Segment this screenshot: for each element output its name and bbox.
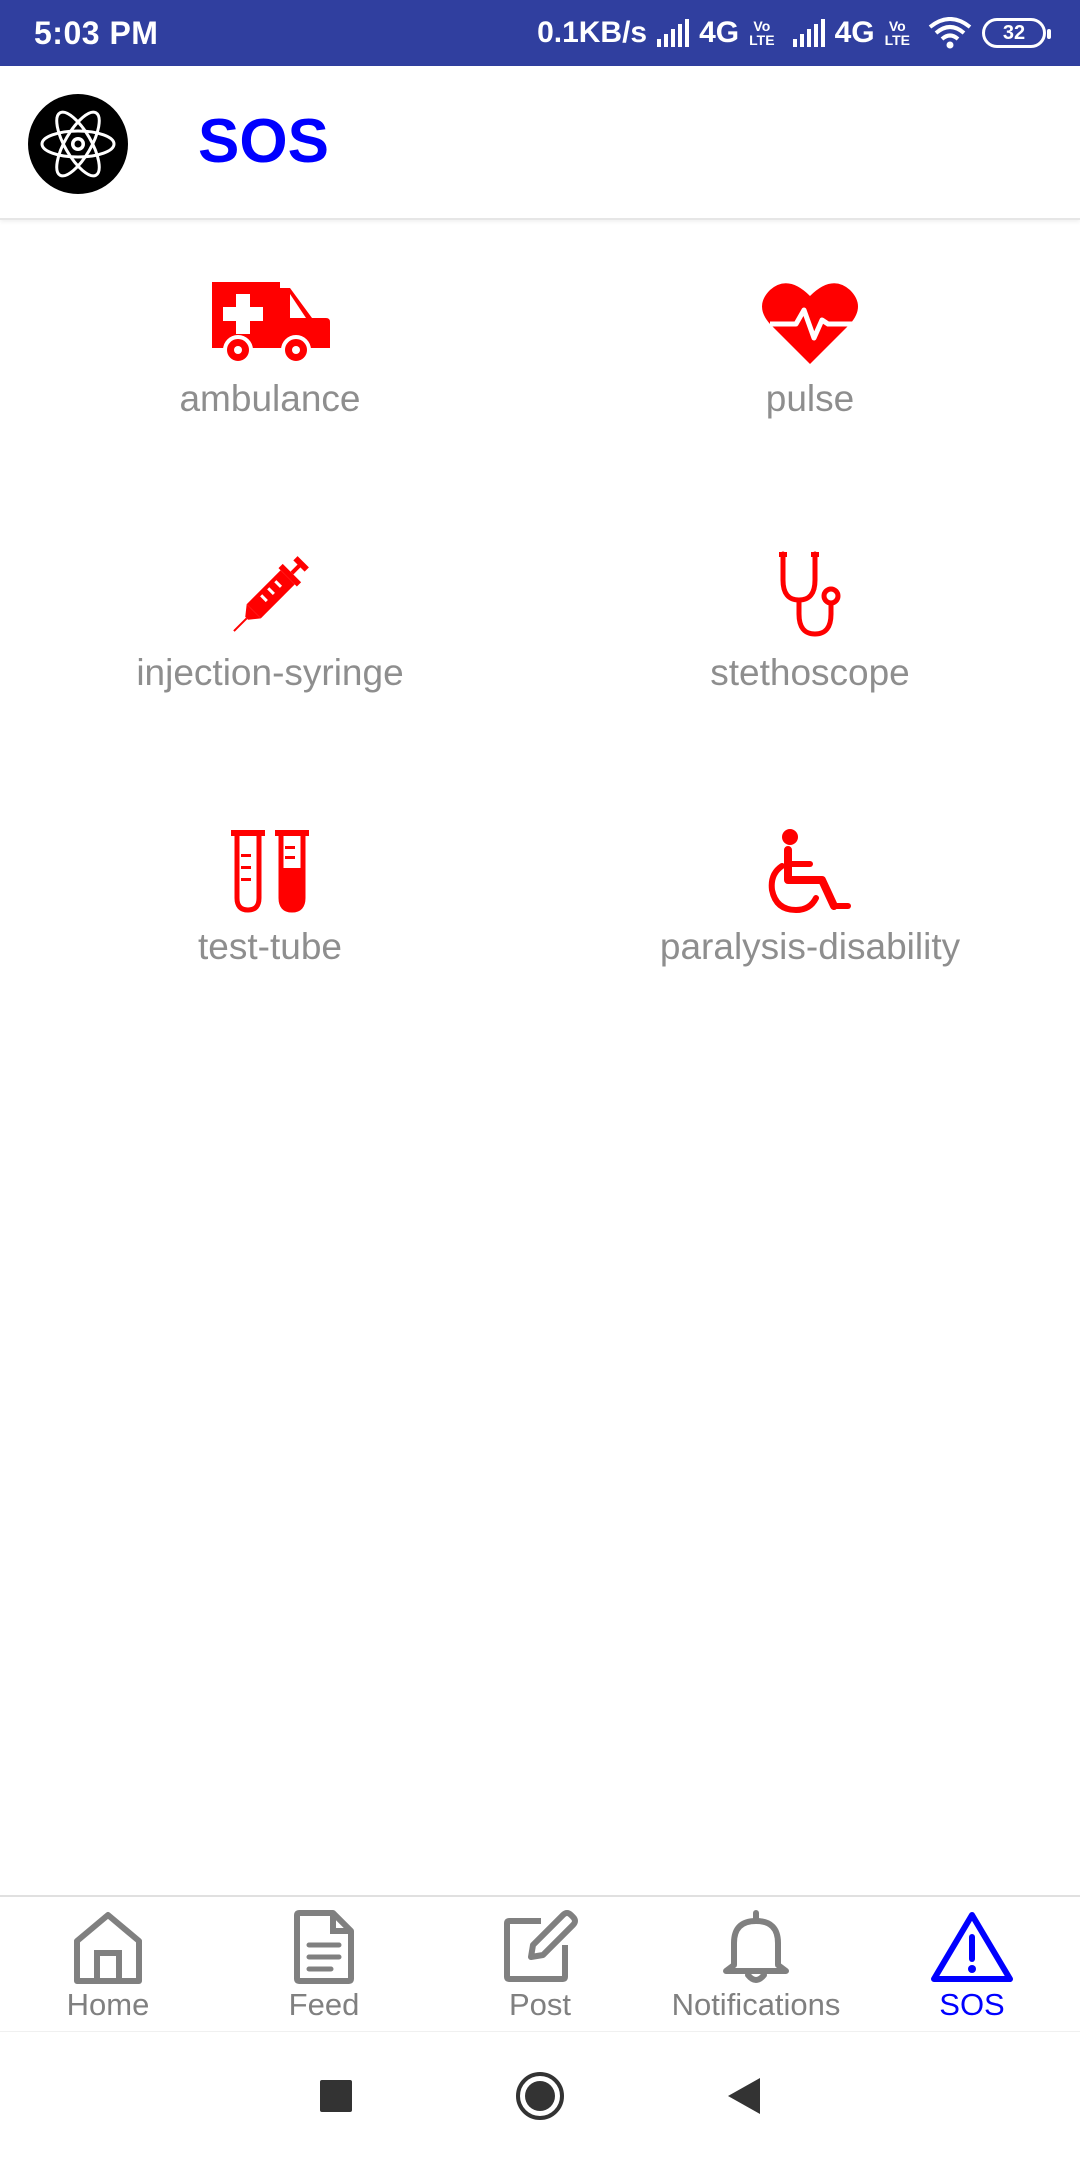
status-indicators: 0.1KB/s 4G Vo LTE 4G Vo LTE 32: [537, 16, 1051, 50]
nav-label: Notifications: [671, 1987, 841, 2022]
volte-badge-2: Vo LTE: [885, 19, 910, 47]
nav-label: Post: [508, 1987, 572, 2022]
tile-label: paralysis-disability: [659, 926, 961, 967]
syringe-icon: [225, 544, 315, 640]
test-tube-icon: [229, 818, 311, 914]
bottom-nav: Home Feed Post Notifications SOS: [0, 1895, 1080, 2031]
edit-icon: [504, 1910, 578, 1982]
back-icon[interactable]: [726, 2076, 762, 2116]
signal-icon: [657, 19, 690, 47]
nav-notifications[interactable]: Notifications: [648, 1897, 864, 2031]
home-button-icon[interactable]: [514, 2070, 566, 2122]
document-icon: [294, 1910, 354, 1984]
tile-injection-syringe[interactable]: injection-syringe: [0, 544, 540, 744]
battery-icon: 32: [982, 18, 1051, 48]
tile-label: injection-syringe: [136, 652, 404, 693]
wheelchair-icon: [768, 818, 852, 914]
volte-badge-1: Vo LTE: [749, 19, 774, 47]
nav-label: Feed: [288, 1987, 360, 2022]
heart-pulse-icon: [760, 270, 860, 366]
network-type-2: 4G: [834, 16, 875, 49]
stethoscope-icon: [775, 544, 845, 640]
tile-ambulance[interactable]: ambulance: [0, 270, 540, 470]
network-type-1: 4G: [699, 16, 740, 49]
bell-icon: [723, 1910, 789, 1983]
volte-bottom-2: LTE: [884, 32, 910, 48]
nav-label: Home: [66, 1987, 150, 2022]
warning-icon: [931, 1912, 1013, 1982]
nav-home[interactable]: Home: [0, 1897, 216, 2031]
tile-paralysis-disability[interactable]: paralysis-disability: [540, 818, 1080, 1018]
recents-icon[interactable]: [318, 2078, 354, 2114]
page-title: SOS: [198, 107, 329, 176]
status-bar: 5:03 PM 0.1KB/s 4G Vo LTE 4G Vo LTE 32: [0, 0, 1080, 66]
tile-label: pulse: [765, 378, 855, 419]
nav-post[interactable]: Post: [432, 1897, 648, 2031]
nav-label: SOS: [939, 1987, 1005, 2022]
status-time: 5:03 PM: [34, 14, 159, 51]
network-speed: 0.1KB/s: [537, 16, 648, 49]
tile-label: test-tube: [198, 926, 342, 967]
tile-label: ambulance: [179, 378, 361, 419]
app-header: SOS: [0, 66, 1080, 220]
screen: 5:03 PM 0.1KB/s 4G Vo LTE 4G Vo LTE 32 S…: [0, 0, 1080, 2160]
tile-pulse[interactable]: pulse: [540, 270, 1080, 470]
volte-bottom-1: LTE: [749, 32, 775, 48]
atom-icon[interactable]: [28, 94, 128, 194]
wifi-icon: [928, 17, 972, 49]
battery-level: 32: [1002, 21, 1026, 44]
home-icon: [74, 1912, 142, 1984]
tile-stethoscope[interactable]: stethoscope: [540, 544, 1080, 744]
system-nav-bar: [0, 2031, 1080, 2160]
tile-test-tube[interactable]: test-tube: [0, 818, 540, 1018]
tile-label: stethoscope: [710, 652, 910, 693]
signal-icon-2: [792, 19, 825, 47]
ambulance-icon: [208, 270, 332, 366]
nav-feed[interactable]: Feed: [216, 1897, 432, 2031]
nav-sos[interactable]: SOS: [864, 1897, 1080, 2031]
